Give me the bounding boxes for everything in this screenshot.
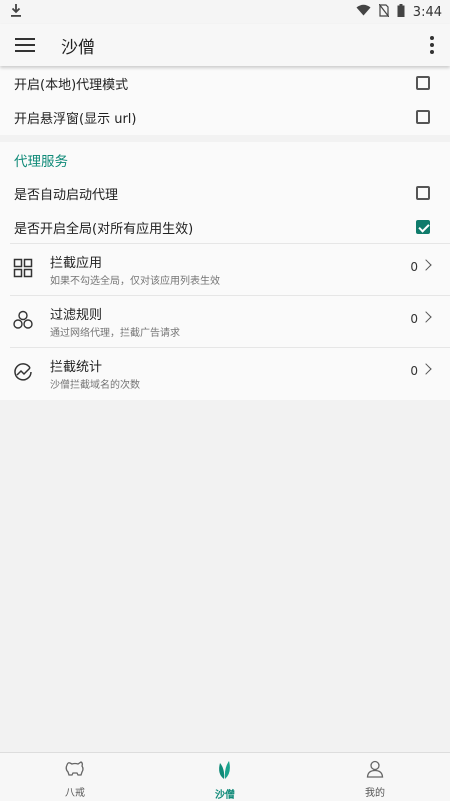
chart-icon [13,362,33,382]
battery-icon [397,3,405,21]
grid-icon [13,258,33,278]
global-proxy-label: 是否开启全局(对所有应用生效) [14,221,194,237]
local-proxy-checkbox[interactable] [416,76,430,90]
chevron-right-icon [420,259,432,271]
pig-icon [64,760,86,782]
menu-icon[interactable] [15,34,35,56]
intercept-apps-item[interactable]: 拦截应用 如果不勾选全局，仅对该应用列表生效 0 [0,244,450,294]
global-proxy-row[interactable]: 是否开启全局(对所有应用生效) [0,210,450,244]
status-indicators: 3:44 [356,3,442,21]
more-options-icon[interactable] [430,36,434,54]
intercept-stats-item[interactable]: 拦截统计 沙僧拦截域名的次数 0 [0,348,450,398]
wifi-icon [356,4,371,20]
filter-rules-subtitle: 通过网络代理，拦截广告请求 [50,328,180,339]
tab-shaseng-label: 沙僧 [215,790,235,801]
tab-mine-label: 我的 [365,788,385,799]
intercept-apps-subtitle: 如果不勾选全局，仅对该应用列表生效 [50,276,220,287]
floating-window-label: 开启悬浮窗(显示 url) [14,111,137,127]
local-proxy-toggle-row[interactable]: 开启(本地)代理模式 [0,66,450,100]
auto-start-proxy-checkbox[interactable] [416,186,430,200]
chevron-right-icon [420,363,432,375]
hexagons-icon [13,310,33,330]
person-icon [366,760,384,782]
intercept-stats-count: 0 [410,364,418,378]
auto-start-proxy-row[interactable]: 是否自动启动代理 [0,176,450,210]
leaf-icon [215,760,235,784]
tab-bajie[interactable]: 八戒 [0,753,150,801]
tab-mine[interactable]: 我的 [300,753,450,801]
global-proxy-checkbox[interactable] [416,220,430,234]
chevron-right-icon [420,311,432,323]
no-sim-icon [378,3,390,21]
floating-window-checkbox[interactable] [416,110,430,124]
tab-bajie-label: 八戒 [65,788,85,799]
auto-start-proxy-label: 是否自动启动代理 [14,187,119,203]
floating-window-toggle-row[interactable]: 开启悬浮窗(显示 url) [0,100,450,134]
download-icon [10,3,22,21]
intercept-apps-count: 0 [410,260,418,274]
clock-time: 3:44 [412,4,442,20]
filter-rules-item[interactable]: 过滤规则 通过网络代理，拦截广告请求 0 [0,296,450,346]
intercept-apps-title: 拦截应用 [50,256,103,271]
intercept-stats-subtitle: 沙僧拦截域名的次数 [50,380,140,391]
tab-shaseng[interactable]: 沙僧 [150,753,300,801]
filter-rules-count: 0 [410,312,418,326]
bottom-navigation: 八戒 沙僧 我的 [0,752,450,801]
general-settings-card: 开启(本地)代理模式 开启悬浮窗(显示 url) [0,66,450,135]
local-proxy-label: 开启(本地)代理模式 [14,77,129,93]
intercept-stats-title: 拦截统计 [50,360,103,375]
page-title: 沙僧 [61,37,95,58]
app-bar: 沙僧 [0,24,450,66]
filter-rules-title: 过滤规则 [50,308,103,323]
section-title-proxy-service: 代理服务 [14,154,68,170]
status-bar: 3:44 [0,0,450,24]
